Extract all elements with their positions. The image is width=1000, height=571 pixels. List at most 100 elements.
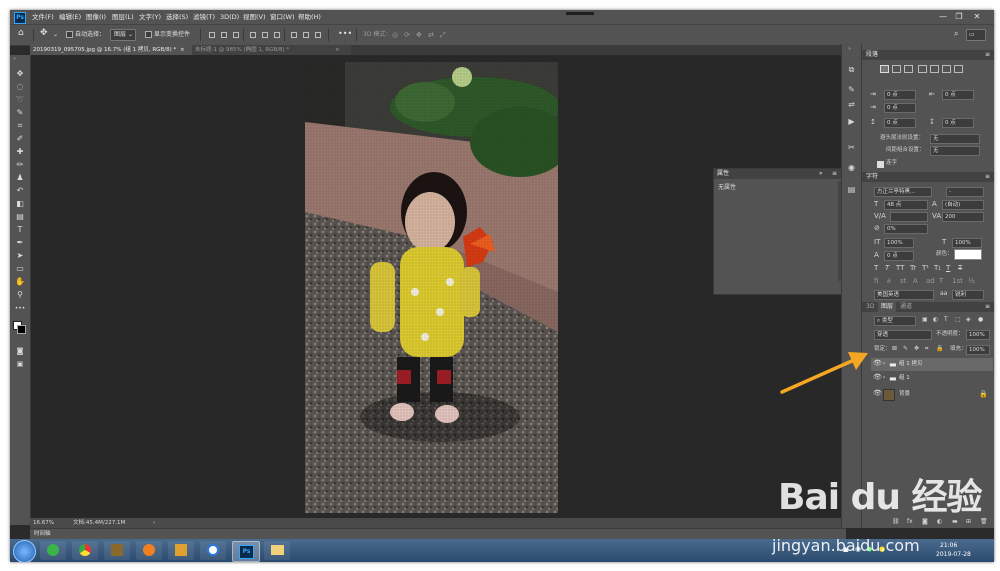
menu-window[interactable]: 窗口(W) [270,10,295,24]
3d-drag-icon[interactable]: ✥ [416,30,422,40]
gradient-tool-icon[interactable]: ▤ [14,211,26,222]
search-icon[interactable]: ⌕ [954,29,958,39]
pen-tool-icon[interactable]: ✒ [14,237,26,248]
blend-mode-dropdown[interactable]: 穿透 [874,330,932,340]
clock-time[interactable]: 21:06 [940,541,957,550]
brush-tool-icon[interactable]: ✏ [14,159,26,170]
auto-select-dropdown[interactable]: 图层 ⌄ [110,29,136,41]
home-icon[interactable]: ⌂ [18,28,24,38]
lock-artboard-icon[interactable]: ⌗ [925,345,928,353]
tab-layers[interactable]: 图层 [878,302,897,312]
faux-bold-icon[interactable]: T [874,264,878,272]
close-button[interactable]: ✕ [970,10,984,24]
3d-scale-icon[interactable]: ⤢ [440,30,446,40]
lock-image-icon[interactable]: ✎ [903,345,908,352]
menu-view[interactable]: 视图(V) [243,10,266,24]
zoom-tool-icon[interactable]: ⚲ [14,289,26,300]
menu-help[interactable]: 帮助(H) [298,10,321,24]
font-family-dropdown[interactable]: 方正兰亭特黑... [874,187,932,197]
chevron-right-icon[interactable]: › [883,374,885,381]
lock-position-icon[interactable]: ✥ [914,345,919,352]
kerning-input[interactable] [890,212,928,222]
space-before-input[interactable]: 0 点 [884,118,916,128]
new-group-icon[interactable]: ▬ [952,518,958,525]
layer-row-group-1[interactable]: 👁 › ▬ 组 1 [871,372,993,385]
show-transform-checkbox[interactable] [145,31,152,38]
layer-filter-dropdown[interactable]: ⌕ 类型 [874,316,916,326]
chevron-right-icon[interactable]: › [883,360,885,367]
add-style-icon[interactable]: fx [907,518,913,525]
filter-type-icon[interactable]: T [944,316,948,323]
move-tool-icon[interactable]: ✥ [40,28,48,38]
titling-icon[interactable]: ad [926,277,935,285]
add-mask-icon[interactable]: ◙ [922,518,928,525]
close-tab-icon[interactable]: × [180,45,185,55]
more-options-icon[interactable]: ••• [338,29,352,39]
tab-channels[interactable]: 通道 [900,302,912,312]
tools-preset-icon[interactable]: ✂ [846,142,857,153]
tab-3d[interactable]: 3D [866,302,874,312]
distribute-top-icon[interactable] [291,32,297,38]
paragraph-panel-title[interactable]: 段落 [866,50,878,60]
marquee-tool-icon[interactable]: ◌ [14,81,26,92]
move-tool-icon[interactable]: ✥ [14,68,26,79]
zoom-level[interactable]: 16.67% [33,518,54,528]
ordinals-icon[interactable]: T [939,277,943,285]
align-right-text-icon[interactable] [904,65,913,73]
menu-filter[interactable]: 滤镜(T) [193,10,215,24]
3d-roll-icon[interactable]: ⟳ [404,30,410,40]
taskbar-item[interactable] [136,541,162,560]
workspace-switcher[interactable]: ▭ [966,29,986,41]
layer-row-group-1-copy[interactable]: 👁 › ▬ 组 1 拷贝 [871,358,993,371]
horizontal-scale-input[interactable]: 100% [952,238,982,248]
ligature-icon[interactable]: fi [874,277,878,285]
eyedropper-tool-icon[interactable]: ✐ [14,133,26,144]
visibility-eye-icon[interactable]: 👁 [873,373,882,381]
tab-document-1[interactable]: 20190319_095705.jpg @ 16.7% (组 1 拷贝, RGB… [30,45,193,55]
adjustments-icon[interactable]: ⇌ [846,99,857,110]
indent-first-line-input[interactable]: 0 点 [884,103,916,113]
taskbar-item[interactable] [168,541,194,560]
link-layers-icon[interactable]: ⛓ [892,518,900,525]
align-hcenter-icon[interactable] [221,32,227,38]
hyphenate-checkbox[interactable] [877,161,884,168]
panel-menu-icon[interactable]: ≡ [985,302,990,312]
restore-button[interactable]: ❐ [952,10,966,24]
new-layer-icon[interactable]: ⊞ [966,518,971,525]
antialias-dropdown[interactable]: 锐利 [952,290,984,300]
menu-image[interactable]: 图像(I) [86,10,106,24]
fractions-icon[interactable]: 1st [952,277,963,285]
align-bottom-icon[interactable] [274,32,280,38]
quick-select-tool-icon[interactable]: ✎ [14,107,26,118]
hand-tool-icon[interactable]: ✋ [14,276,26,287]
justify-last-left-icon[interactable] [918,65,927,73]
collapse-toolbar-icon[interactable]: » [13,56,16,62]
menu-select[interactable]: 选择(S) [166,10,188,24]
faux-italic-icon[interactable]: T [885,264,889,272]
distribute-vcenter-icon[interactable] [303,32,309,38]
tracking-input[interactable]: 200 [942,212,984,222]
text-color-swatch[interactable] [954,249,982,260]
close-tab-icon[interactable]: × [335,45,340,55]
panel-menu-icon[interactable]: ≡ [832,169,837,179]
language-dropdown[interactable]: 美国英语 [874,290,934,300]
menu-edit[interactable]: 编辑(E) [59,10,81,24]
windows-start-button[interactable] [13,540,36,562]
align-left-icon[interactable] [209,32,215,38]
panel-menu-icon[interactable]: ≡ [985,50,990,60]
tsume-input[interactable]: 0% [884,224,928,234]
new-adjustment-icon[interactable]: ◐ [937,518,942,525]
type-tool-icon[interactable]: T [14,224,26,235]
swash-icon[interactable]: A [913,277,918,285]
collapse-icon[interactable]: » [819,169,823,179]
actions-icon[interactable]: ▶ [846,116,857,127]
brush-settings-icon[interactable]: ✎ [846,84,857,95]
baseline-input[interactable]: 0 点 [884,251,914,261]
ornament-icon[interactable]: ∂ [887,277,891,285]
indent-right-input[interactable]: 0 点 [942,90,974,100]
visibility-eye-icon[interactable]: 👁 [873,389,882,397]
status-menu-arrow[interactable]: › [153,518,155,528]
fraction-half-icon[interactable]: ½ [968,277,975,285]
filter-adjustment-icon[interactable]: ◐ [933,316,938,323]
taskbar-item[interactable] [200,541,226,560]
